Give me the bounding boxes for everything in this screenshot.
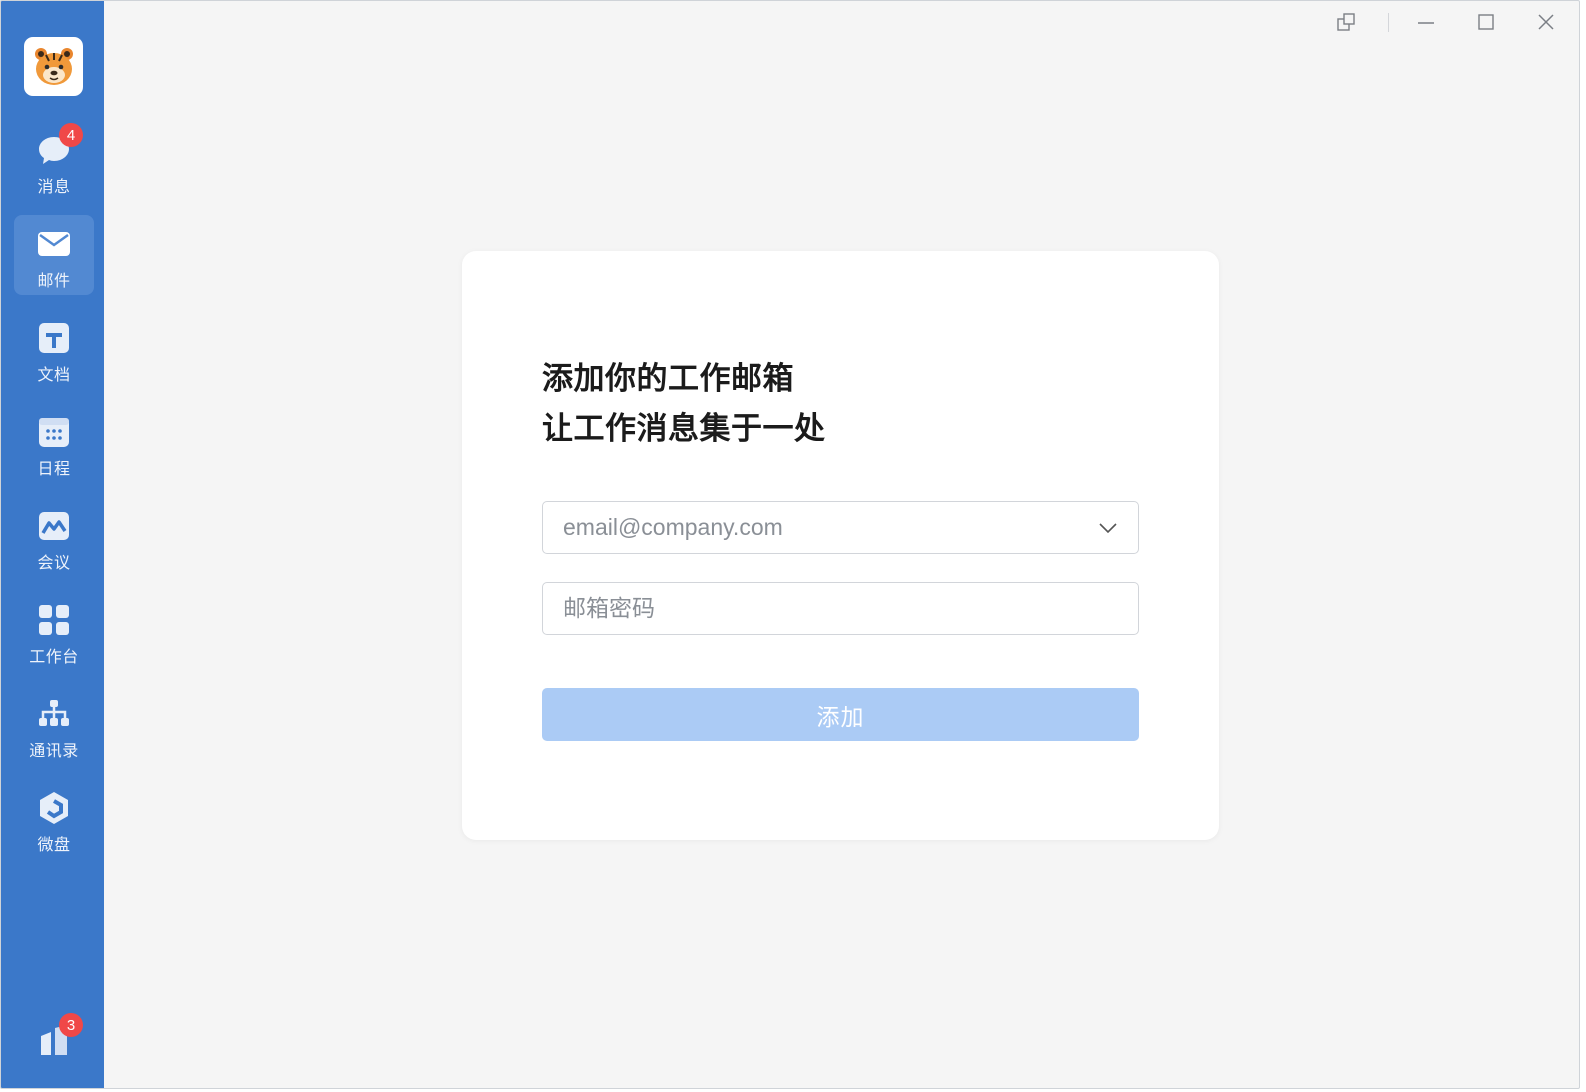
sidebar-item-calendar[interactable]: 日程 — [14, 403, 94, 483]
sidebar-item-label: 消息 — [37, 177, 71, 196]
maximize-button[interactable] — [1471, 9, 1501, 35]
sidebar-item-label: 邮件 — [37, 271, 71, 290]
sidebar-item-label: 通讯录 — [29, 741, 79, 760]
sidebar-item-contacts[interactable]: 通讯录 — [14, 685, 94, 765]
tiger-logo-icon — [34, 47, 73, 85]
popout-window-button[interactable] — [1331, 9, 1361, 35]
sidebar-item-mail[interactable]: 邮件 — [14, 215, 94, 295]
sidebar-item-messages[interactable]: 4 消息 — [14, 121, 94, 201]
calendar-icon — [37, 415, 71, 449]
sidebar-item-apps[interactable]: 3 — [14, 1011, 94, 1088]
org-chart-icon — [37, 697, 71, 731]
chat-bubble-icon: 4 — [37, 123, 83, 167]
envelope-icon — [37, 227, 71, 261]
cloud-drive-icon — [37, 791, 71, 825]
app-window: 4 消息 邮件 文档 日程 会议 工作台 通讯录 微盘 3 添加你的工作邮箱 让… — [0, 0, 1580, 1089]
sidebar-item-label: 微盘 — [37, 835, 71, 854]
email-input[interactable] — [563, 514, 1098, 541]
password-input[interactable] — [563, 595, 1118, 622]
add-button[interactable]: 添加 — [542, 688, 1139, 741]
sidebar: 4 消息 邮件 文档 日程 会议 工作台 通讯录 微盘 3 — [1, 1, 104, 1088]
maximize-icon — [1478, 14, 1494, 30]
sidebar-item-meetings[interactable]: 会议 — [14, 497, 94, 577]
sidebar-item-workbench[interactable]: 工作台 — [14, 591, 94, 671]
bookmark-apps-icon: 3 — [37, 1013, 83, 1057]
sidebar-item-label: 日程 — [37, 459, 71, 478]
chevron-down-icon[interactable] — [1098, 522, 1118, 534]
card-heading-line2: 让工作消息集于一处 — [542, 411, 826, 447]
email-field[interactable] — [542, 501, 1139, 554]
sidebar-item-drive[interactable]: 微盘 — [14, 779, 94, 859]
sidebar-item-label: 会议 — [37, 553, 71, 572]
messages-badge: 4 — [59, 123, 83, 147]
sidebar-item-label: 文档 — [37, 365, 71, 384]
meeting-icon — [37, 509, 71, 543]
minimize-icon — [1418, 22, 1434, 24]
close-icon — [1538, 14, 1554, 30]
titlebar-separator — [1388, 13, 1389, 32]
minimize-button[interactable] — [1411, 9, 1441, 35]
sidebar-item-label: 工作台 — [29, 647, 79, 666]
document-icon — [37, 321, 71, 355]
card-heading-line1: 添加你的工作邮箱 — [542, 361, 794, 397]
app-logo[interactable] — [24, 37, 83, 96]
password-field[interactable] — [542, 582, 1139, 635]
add-email-card: 添加你的工作邮箱 让工作消息集于一处 添加 — [462, 251, 1219, 840]
apps-badge: 3 — [59, 1013, 83, 1037]
workbench-grid-icon — [37, 603, 71, 637]
popout-icon — [1337, 13, 1355, 31]
close-button[interactable] — [1531, 9, 1561, 35]
sidebar-item-docs[interactable]: 文档 — [14, 309, 94, 389]
